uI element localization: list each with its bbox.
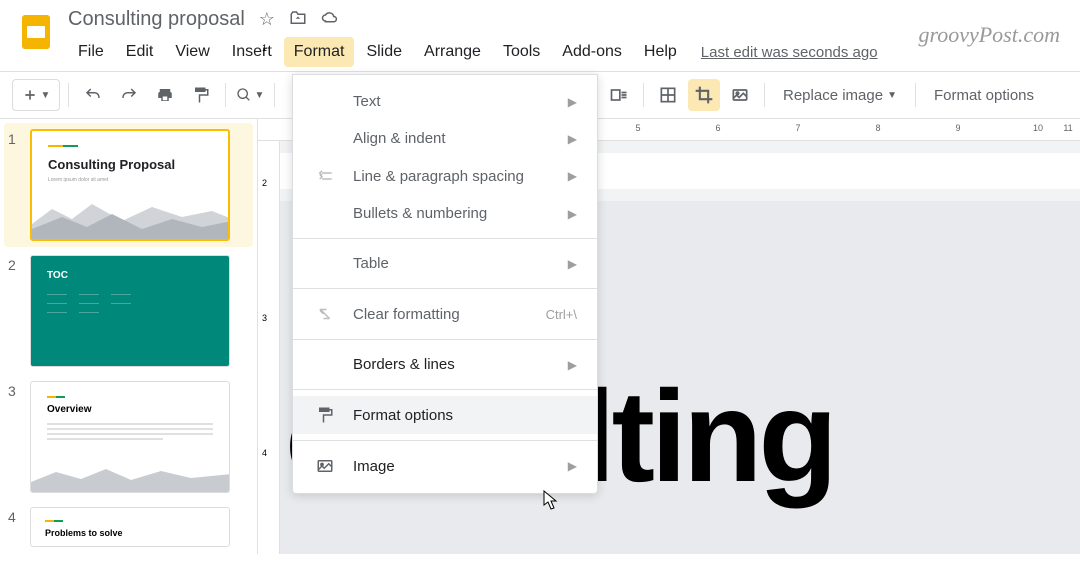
cloud-icon[interactable] — [321, 9, 339, 30]
undo-button[interactable] — [77, 79, 109, 111]
menu-view[interactable]: View — [165, 37, 219, 67]
slide-panel: 1 Consulting Proposal Lorem ipsum dolor … — [0, 119, 258, 554]
thumb-subtitle: Lorem ipsum dolor sit amet — [48, 177, 212, 183]
menu-help[interactable]: Help — [634, 37, 687, 67]
new-slide-button[interactable]: ▼ — [12, 79, 60, 111]
print-button[interactable] — [149, 79, 181, 111]
menu-insert[interactable]: Insert — [222, 37, 282, 67]
reset-image-button[interactable] — [724, 79, 756, 111]
slide-thumb-1[interactable]: Consulting Proposal Lorem ipsum dolor si… — [30, 129, 230, 241]
format-dropdown: Text▶ Align & indent▶ Line & paragraph s… — [292, 74, 598, 494]
slide-thumb-4[interactable]: Problems to solve — [30, 507, 230, 547]
menu-arrange[interactable]: Arrange — [414, 37, 491, 67]
dd-borders[interactable]: Borders & lines▶ — [293, 346, 597, 383]
format-options-icon — [313, 406, 337, 424]
menu-edit[interactable]: Edit — [116, 37, 164, 67]
move-icon[interactable] — [289, 9, 307, 30]
redo-button[interactable] — [113, 79, 145, 111]
format-options-button[interactable]: Format options — [924, 81, 1044, 110]
vertical-ruler[interactable]: 1 2 3 4 — [258, 141, 280, 554]
clear-format-icon — [313, 305, 337, 323]
star-icon[interactable]: ☆ — [259, 9, 275, 30]
watermark: groovyPost.com — [918, 22, 1060, 48]
slide-thumb-3[interactable]: Overview — [30, 381, 230, 493]
document-title[interactable]: Consulting proposal — [68, 8, 245, 31]
menu-format[interactable]: Format — [284, 37, 355, 67]
thumb-number: 3 — [8, 381, 30, 493]
dd-image[interactable]: Image▶ — [293, 447, 597, 485]
transition-button[interactable] — [603, 79, 635, 111]
image-icon — [313, 457, 337, 475]
dd-format-options[interactable]: Format options — [293, 396, 597, 434]
thumb-title: Consulting Proposal — [48, 157, 212, 173]
thumb-number: 1 — [8, 129, 30, 241]
slides-logo[interactable] — [16, 12, 56, 52]
dd-table[interactable]: Table▶ — [293, 245, 597, 282]
menu-tools[interactable]: Tools — [493, 37, 550, 67]
dd-clear-formatting[interactable]: Clear formattingCtrl+\ — [293, 295, 597, 333]
menu-addons[interactable]: Add-ons — [552, 37, 632, 67]
menu-slide[interactable]: Slide — [356, 37, 412, 67]
replace-image-button[interactable]: Replace image▼ — [773, 81, 907, 110]
thumb-number: 4 — [8, 507, 30, 547]
thumb-title: TOC — [47, 270, 213, 281]
crop-button[interactable] — [688, 79, 720, 111]
thumb-number: 2 — [8, 255, 30, 367]
thumb-title: Overview — [47, 404, 213, 415]
mask-button[interactable] — [652, 79, 684, 111]
menubar: File Edit View Insert Format Slide Arran… — [68, 33, 1064, 71]
dd-line-spacing[interactable]: Line & paragraph spacing▶ — [293, 157, 597, 195]
dd-bullets[interactable]: Bullets & numbering▶ — [293, 195, 597, 232]
paint-format-button[interactable] — [185, 79, 217, 111]
thumb-title: Problems to solve — [45, 528, 215, 538]
dd-text[interactable]: Text▶ — [293, 83, 597, 120]
last-edit-link[interactable]: Last edit was seconds ago — [701, 44, 878, 61]
dd-align[interactable]: Align & indent▶ — [293, 120, 597, 157]
slide-thumb-2[interactable]: TOC ——————————————— ——————————————— ————… — [30, 255, 230, 367]
menu-file[interactable]: File — [68, 37, 114, 67]
line-spacing-icon — [313, 167, 337, 185]
